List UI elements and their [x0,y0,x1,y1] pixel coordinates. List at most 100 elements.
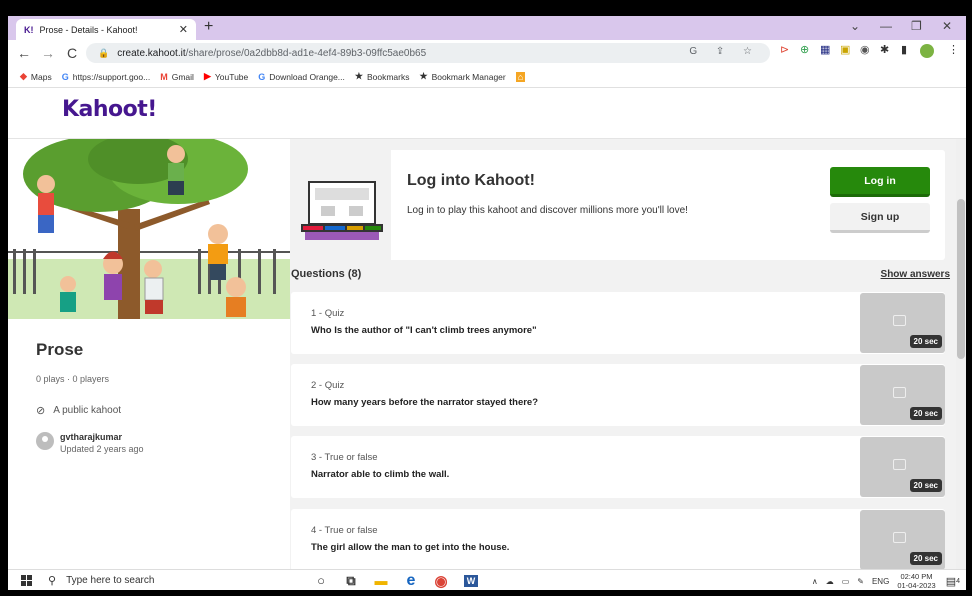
page-content: Kahoot! Prose 0 plays · 0 players ⊘ A pu… [8,88,966,569]
cloud-icon[interactable]: ☁ [826,577,834,586]
file-explorer-icon[interactable]: ▬ [366,572,396,589]
maps-icon: ◆ [20,71,27,81]
author-name[interactable]: gvtharajkumar [60,432,144,442]
scrollbar[interactable] [956,139,966,569]
visibility-info: ⊘ A public kahoot [36,404,121,417]
clock[interactable]: 02:40 PM 01-04-2023 [897,572,935,590]
new-tab-icon[interactable]: + [204,18,213,36]
bookmark-item[interactable]: Ghttps://support.goo... [62,72,151,82]
reload-icon[interactable]: C [64,45,80,61]
image-placeholder-icon [893,532,906,543]
scrollbar-thumb[interactable] [957,199,965,359]
cover-illustration [8,139,290,319]
questions-header: Questions (8) [291,268,362,280]
question-type: 4 - True or false [311,525,378,536]
close-tab-icon[interactable]: ✕ [179,23,188,36]
question-text: Who Is the author of "I can't climb tree… [311,325,537,336]
login-card: Log into Kahoot! Log in to play this kah… [291,150,945,260]
star-icon: ★ [419,71,428,81]
tab-search-chevron-icon[interactable]: ⌄ [850,19,860,33]
screen: K! Prose - Details - Kahoot! ✕ + ⌄ — ❐ ✕… [8,16,966,590]
bookmarks-bar: ◆ Maps Ghttps://support.goo... M Gmail ▶ Yo… [8,66,966,88]
image-placeholder-icon [893,459,906,470]
question-type: 2 - Quiz [311,380,345,391]
browser-tab[interactable]: K! Prose - Details - Kahoot! ✕ [16,19,196,40]
time-limit-badge: 20 sec [909,479,942,492]
kahoot-favicon-icon: K! [24,24,34,35]
lock-icon: 🔒 [98,47,110,58]
question-thumbnail: 20 sec [860,365,945,425]
kahoot-logo[interactable]: Kahoot! [62,97,157,122]
google-icon: G [258,71,266,82]
bookmark-item[interactable]: ★ Bookmark Manager [419,71,505,82]
windows-icon [20,574,32,586]
question-card[interactable]: 1 - Quiz Who Is the author of "I can't c… [291,292,945,354]
bookmark-item[interactable]: M Gmail [160,72,194,82]
question-type: 1 - Quiz [311,308,345,319]
taskbar-search[interactable]: ⚲ Type here to search [48,570,280,591]
question-type: 3 - True or false [311,452,378,463]
task-view-icon[interactable]: ⧉ [336,572,366,589]
address-bar[interactable]: 🔒 create.kahoot.it/share/prose/0a2dbb8d-… [86,43,770,63]
clock-time: 02:40 PM [900,572,933,581]
edge-icon[interactable]: e [396,572,426,589]
kahoot-title: Prose [36,340,84,359]
bookmark-item[interactable]: ★ Bookmarks [355,71,410,82]
minimize-icon[interactable]: — [880,19,892,33]
forward-icon[interactable]: → [40,45,56,61]
taskbar-apps: ○ ⧉ ▬ e ◉ W [306,572,486,590]
tab-title: Prose - Details - Kahoot! [39,24,138,35]
bookmark-item[interactable]: G Download Orange... [258,72,345,82]
login-title: Log into Kahoot! [407,172,535,189]
question-thumbnail: 20 sec [860,293,945,353]
login-description: Log in to play this kahoot and discover … [407,205,688,216]
profile-avatar[interactable] [920,44,934,58]
cover-image [8,139,290,319]
star-icon: ★ [354,71,363,81]
cortana-icon[interactable]: ○ [306,572,336,589]
restore-icon[interactable]: ❐ [911,19,922,33]
taskbar: ⚲ Type here to search ○ ⧉ ▬ e ◉ W ∧ ☁ ▭ … [8,569,966,590]
chrome-icon[interactable]: ◉ [426,572,456,590]
chevron-up-icon[interactable]: ∧ [812,577,818,586]
extension-icon[interactable]: ⊳ [780,43,789,56]
bookmark-folder-icon[interactable]: ⌂ [515,71,529,82]
url-host: create.kahoot.it [117,47,186,59]
puzzle-icon[interactable]: ✱ [880,43,889,56]
question-card[interactable]: 4 - True or false The girl allow the man… [291,509,945,569]
youtube-icon: ▶ [203,71,211,81]
extension-icon[interactable]: ⊕ [800,43,809,56]
back-icon[interactable]: ← [16,45,32,61]
question-text: The girl allow the man to get into the h… [311,542,510,553]
word-icon[interactable]: W [456,572,486,589]
pen-icon[interactable]: ✎ [857,577,864,586]
extension-icon[interactable]: ▦ [820,43,830,56]
notification-icon[interactable]: ▤ [946,575,956,588]
show-answers-link[interactable]: Show answers [881,269,950,280]
start-button[interactable] [14,574,38,586]
question-card[interactable]: 3 - True or false Narrator able to climb… [291,436,945,498]
language-indicator[interactable]: ENG [872,577,889,586]
login-button[interactable]: Log in [830,167,930,197]
camera-icon[interactable]: ◉ [860,43,870,56]
sidepanel-icon[interactable]: ▮ [901,43,907,56]
question-thumbnail: 20 sec [860,510,945,569]
visibility-label: A public kahoot [53,405,122,416]
menu-icon[interactable]: ⋮ [948,43,959,56]
question-card[interactable]: 2 - Quiz How many years before the narra… [291,364,945,426]
extension-icon[interactable]: ▣ [840,43,850,56]
bookmark-item[interactable]: ▶ YouTube [204,71,248,82]
gmail-icon: M [160,71,168,82]
avatar [36,432,54,450]
author-info[interactable]: gvtharajkumar Updated 2 years ago [36,432,144,454]
question-text: Narrator able to climb the wall. [311,469,450,480]
updated-time: Updated 2 years ago [60,444,144,454]
address-bar-actions[interactable]: G ⇪ ☆ [689,46,760,57]
system-tray: ∧ ☁ ▭ ✎ ENG 02:40 PM 01-04-2023 ▤ 4 [812,572,960,590]
close-window-icon[interactable]: ✕ [942,19,952,33]
url-path: /share/prose/0a2dbb8d-ad1e-4ef4-89b3-09f… [185,47,427,59]
search-icon: ⚲ [48,574,57,587]
network-icon[interactable]: ▭ [842,577,850,586]
signup-button[interactable]: Sign up [830,203,930,233]
bookmark-item[interactable]: ◆ Maps [20,71,52,82]
